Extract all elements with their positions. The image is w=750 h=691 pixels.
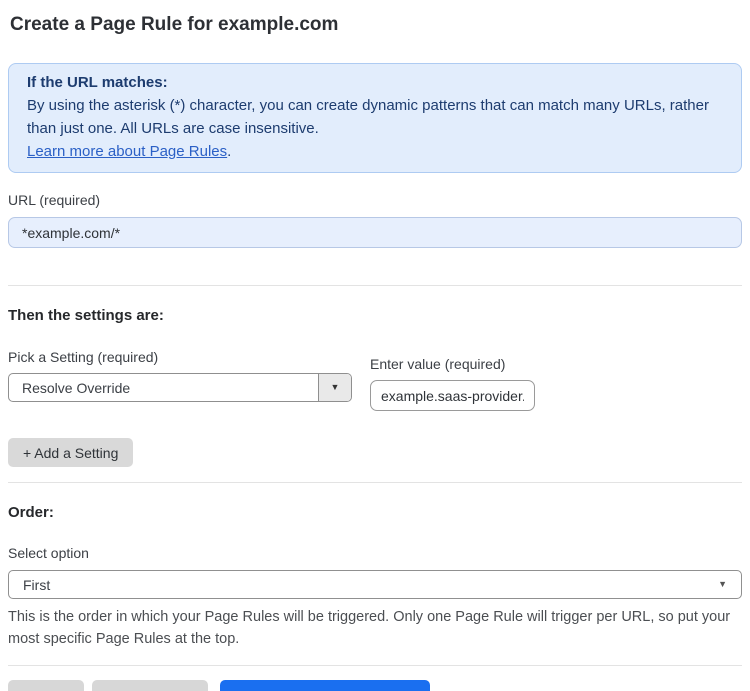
setting-value-group: Enter value (required) [370, 356, 535, 411]
order-select-value: First [23, 576, 51, 593]
divider [8, 664, 742, 666]
url-input[interactable] [8, 217, 742, 248]
divider [8, 285, 742, 286]
info-box-link-line: Learn more about Page Rules. [27, 140, 723, 163]
setting-value-label: Enter value (required) [370, 356, 506, 372]
create-page-rule-form: Create a Page Rule for example.com If th… [0, 0, 750, 691]
link-suffix: . [227, 143, 232, 160]
url-field-label: URL (required) [8, 192, 101, 208]
save-and-deploy-button[interactable]: Save and Deploy Page Rule [220, 679, 431, 691]
settings-section-heading: Then the settings are: [8, 307, 164, 324]
cancel-button[interactable]: Cancel [8, 679, 84, 691]
setting-select-label: Pick a Setting (required) [8, 349, 159, 365]
chevron-down-icon: ▼ [718, 579, 727, 589]
add-setting-button[interactable]: + Add a Setting [8, 438, 134, 467]
save-as-draft-button[interactable]: Save as Draft [91, 679, 209, 691]
setting-select-arrow-button[interactable]: ▼ [318, 374, 351, 401]
setting-value-input[interactable] [370, 380, 535, 411]
info-box-heading: If the URL matches: [27, 74, 168, 91]
page-title: Create a Page Rule for example.com [10, 14, 339, 35]
order-section-heading: Order: [8, 504, 54, 521]
settings-row: Pick a Setting (required) Resolve Overri… [8, 349, 742, 411]
divider [8, 482, 742, 483]
order-select[interactable]: First ▼ [8, 570, 742, 599]
info-box-body: By using the asterisk (*) character, you… [27, 97, 709, 137]
order-help-text: This is the order in which your Page Rul… [8, 609, 731, 647]
url-match-info-box: If the URL matches: By using the asteris… [8, 63, 742, 173]
footer-actions: Cancel Save as Draft Save and Deploy Pag… [8, 679, 742, 691]
chevron-down-icon: ▼ [330, 382, 340, 392]
setting-select[interactable]: Resolve Override ▼ [8, 373, 352, 402]
setting-select-group: Pick a Setting (required) Resolve Overri… [8, 349, 352, 411]
learn-more-link[interactable]: Learn more about Page Rules [27, 143, 227, 160]
order-select-label: Select option [8, 545, 89, 561]
setting-select-value: Resolve Override [22, 379, 131, 396]
